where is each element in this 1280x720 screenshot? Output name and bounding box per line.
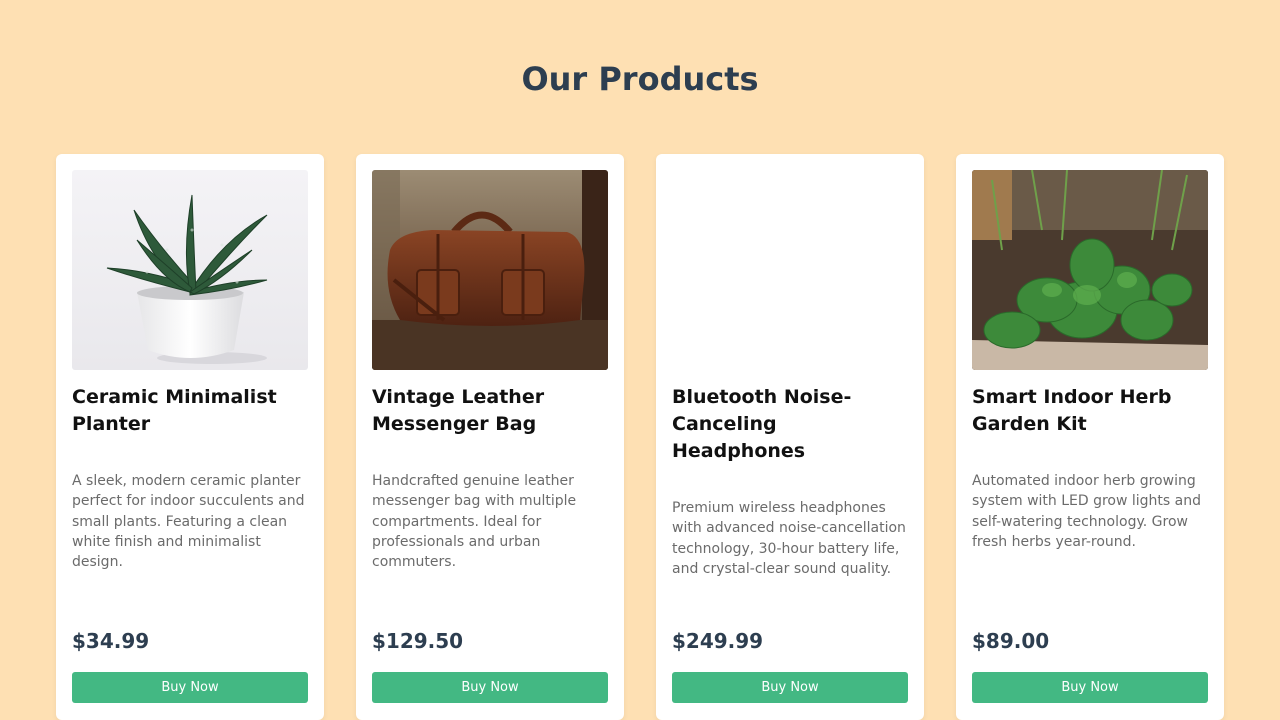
product-card-headphones: Bluetooth Noise-Canceling Headphones Pre…: [656, 154, 924, 720]
product-price: $34.99: [72, 629, 150, 653]
product-description: Handcrafted genuine leather messenger ba…: [372, 473, 577, 571]
product-card-herb-garden: Smart Indoor Herb Garden Kit Automated i…: [956, 154, 1224, 720]
product-description: Premium wireless headphones with advance…: [672, 500, 906, 577]
product-card-planter: Ceramic Minimalist Planter A sleek, mode…: [56, 154, 324, 720]
product-image-headphones: [672, 170, 908, 370]
buy-now-button[interactable]: Buy Now: [372, 672, 608, 703]
product-price: $89.00: [972, 629, 1050, 653]
buy-now-button[interactable]: Buy Now: [672, 672, 908, 703]
product-name: Bluetooth Noise-Canceling Headphones: [672, 386, 852, 462]
product-card-bag: Vintage Leather Messenger Bag Handcrafte…: [356, 154, 624, 720]
product-price: $129.50: [372, 629, 464, 653]
product-image-planter: [72, 170, 308, 370]
product-name: Vintage Leather Messenger Bag: [372, 386, 545, 435]
product-price: $249.99: [672, 629, 764, 653]
product-name: Smart Indoor Herb Garden Kit: [972, 386, 1172, 435]
product-description: Automated indoor herb growing system wit…: [972, 473, 1202, 550]
buy-now-button[interactable]: Buy Now: [72, 672, 308, 703]
product-description: A sleek, modern ceramic planter perfect …: [72, 473, 305, 571]
product-image-bag: [372, 170, 608, 370]
product-name: Ceramic Minimalist Planter: [72, 386, 277, 435]
buy-now-button[interactable]: Buy Now: [972, 672, 1208, 703]
product-image-herb-garden: [972, 170, 1208, 370]
page-title: Our Products: [521, 60, 759, 98]
